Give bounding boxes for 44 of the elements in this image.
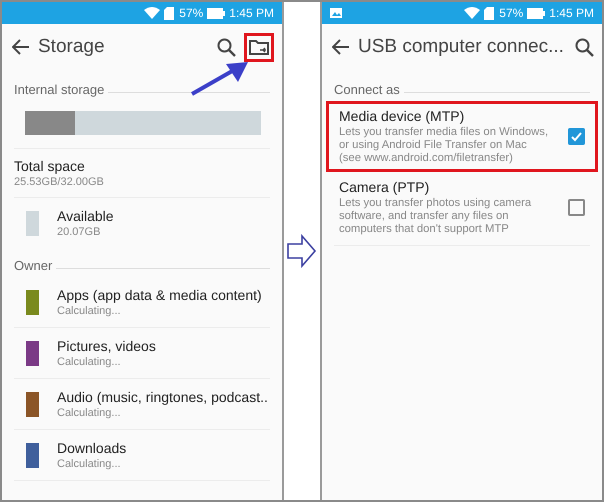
back-icon[interactable] bbox=[12, 39, 30, 55]
item-value: 20.07GB bbox=[57, 226, 102, 238]
battery-icon bbox=[527, 8, 546, 18]
sd-card-icon bbox=[484, 6, 496, 20]
screen-title: USB computer connec... bbox=[358, 36, 565, 58]
annotation-arrow bbox=[190, 60, 250, 96]
section-header: Owner bbox=[14, 258, 52, 273]
section-header: Connect as bbox=[334, 82, 400, 97]
search-icon[interactable] bbox=[575, 38, 594, 56]
checkbox[interactable] bbox=[568, 199, 585, 216]
option-title: Camera (PTP) bbox=[339, 179, 430, 195]
item-title: Available bbox=[57, 208, 114, 224]
option-row[interactable]: Media device (MTP) Lets you transfer media files on Windows, or using Android File Transfer on Mac (see www.android.com/filetransfer) bbox=[326, 101, 598, 172]
wifi-icon bbox=[144, 7, 160, 19]
item-value: Calculating... bbox=[57, 305, 122, 317]
screen-title: Storage bbox=[38, 36, 106, 58]
usb-folder-icon bbox=[249, 38, 269, 56]
wifi-icon bbox=[464, 7, 480, 19]
usb-folder-button[interactable] bbox=[244, 32, 274, 62]
item-title: Apps (app data & media content) bbox=[57, 287, 262, 303]
item-title: Pictures, videos bbox=[57, 338, 156, 354]
back-icon[interactable] bbox=[332, 39, 350, 55]
clock: 1:45 PM bbox=[549, 6, 594, 20]
battery-percent: 57% bbox=[499, 6, 524, 20]
clock: 1:45 PM bbox=[229, 6, 274, 20]
item-title: Downloads bbox=[57, 440, 126, 456]
next-arrow-icon bbox=[287, 234, 317, 268]
item-value: Calculating... bbox=[57, 356, 122, 368]
option-description: Lets you transfer media files on Windows, or using Android File Transfer on Mac (see www.android.com/filetransfer) bbox=[339, 126, 550, 165]
item-value: Calculating... bbox=[57, 407, 122, 419]
image-icon bbox=[330, 8, 342, 18]
item-value: Calculating... bbox=[57, 458, 122, 470]
option-description: Lets you transfer photos using camera software, and transfer any files on computers that don't support MTP bbox=[339, 197, 532, 236]
item-value: 25.53GB/32.00GB bbox=[14, 176, 104, 188]
battery-icon bbox=[207, 8, 226, 18]
checkbox[interactable] bbox=[568, 128, 585, 145]
option-title: Media device (MTP) bbox=[339, 108, 466, 124]
option-row[interactable]: Camera (PTP) Lets you transfer photos using camera software, and transfer any files on computers that don't support MTP bbox=[326, 172, 598, 243]
section-header: Internal storage bbox=[14, 82, 104, 97]
battery-percent: 57% bbox=[179, 6, 204, 20]
search-icon[interactable] bbox=[217, 38, 236, 56]
item-title: Total space bbox=[14, 158, 86, 174]
item-title: Audio (music, ringtones, podcast.. bbox=[57, 389, 268, 405]
sd-card-icon bbox=[164, 6, 176, 20]
